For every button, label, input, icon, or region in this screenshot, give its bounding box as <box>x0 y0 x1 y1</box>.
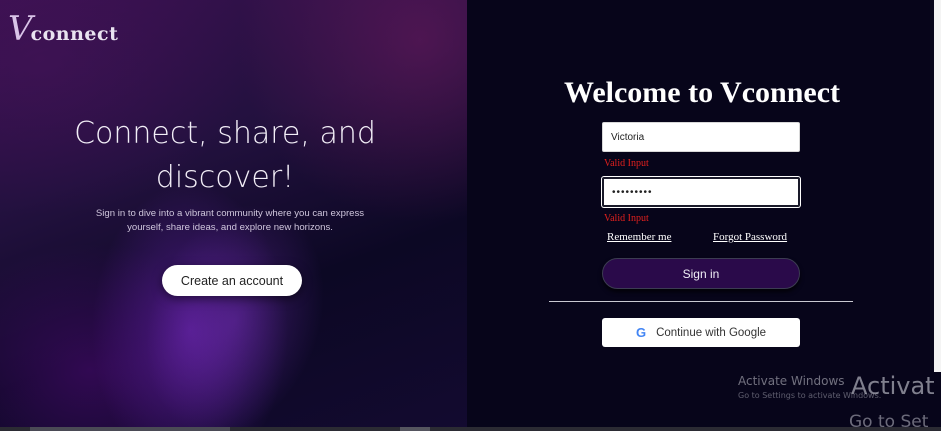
brand-logo[interactable]: V connect <box>8 12 118 46</box>
activate-windows-title-large: Activat <box>851 372 935 400</box>
activate-windows-title: Activate Windows <box>738 374 845 388</box>
divider <box>549 301 853 302</box>
password-validation-text: Valid Input <box>604 213 649 224</box>
forgot-password-link[interactable]: Forgot Password <box>713 231 787 243</box>
password-input[interactable] <box>602 177 800 207</box>
scrollbar-thumb[interactable] <box>30 427 230 431</box>
create-account-button[interactable]: Create an account <box>162 265 302 296</box>
login-panel: Welcome to Vconnect Valid Input Valid In… <box>467 0 941 431</box>
logo-text: connect <box>30 23 119 45</box>
hero-subtitle: Sign in to dive into a vibrant community… <box>95 208 365 233</box>
sign-in-button[interactable]: Sign in <box>602 258 800 289</box>
google-icon: G <box>635 325 647 340</box>
continue-with-google-button[interactable]: G Continue with Google <box>602 318 800 347</box>
window-edge <box>934 0 941 372</box>
remember-me-link[interactable]: Remember me <box>607 231 671 243</box>
google-button-label: Continue with Google <box>656 326 767 339</box>
logo-letter: V <box>8 9 33 49</box>
hero-panel: V connect Connect, share, and discover! … <box>0 0 467 431</box>
scrollbar-thumb[interactable] <box>400 427 430 431</box>
hero-title: Connect, share, and discover! <box>74 116 376 195</box>
username-validation-text: Valid Input <box>604 158 649 169</box>
username-input[interactable] <box>602 122 800 152</box>
welcome-heading: Welcome to Vconnect <box>563 76 841 109</box>
